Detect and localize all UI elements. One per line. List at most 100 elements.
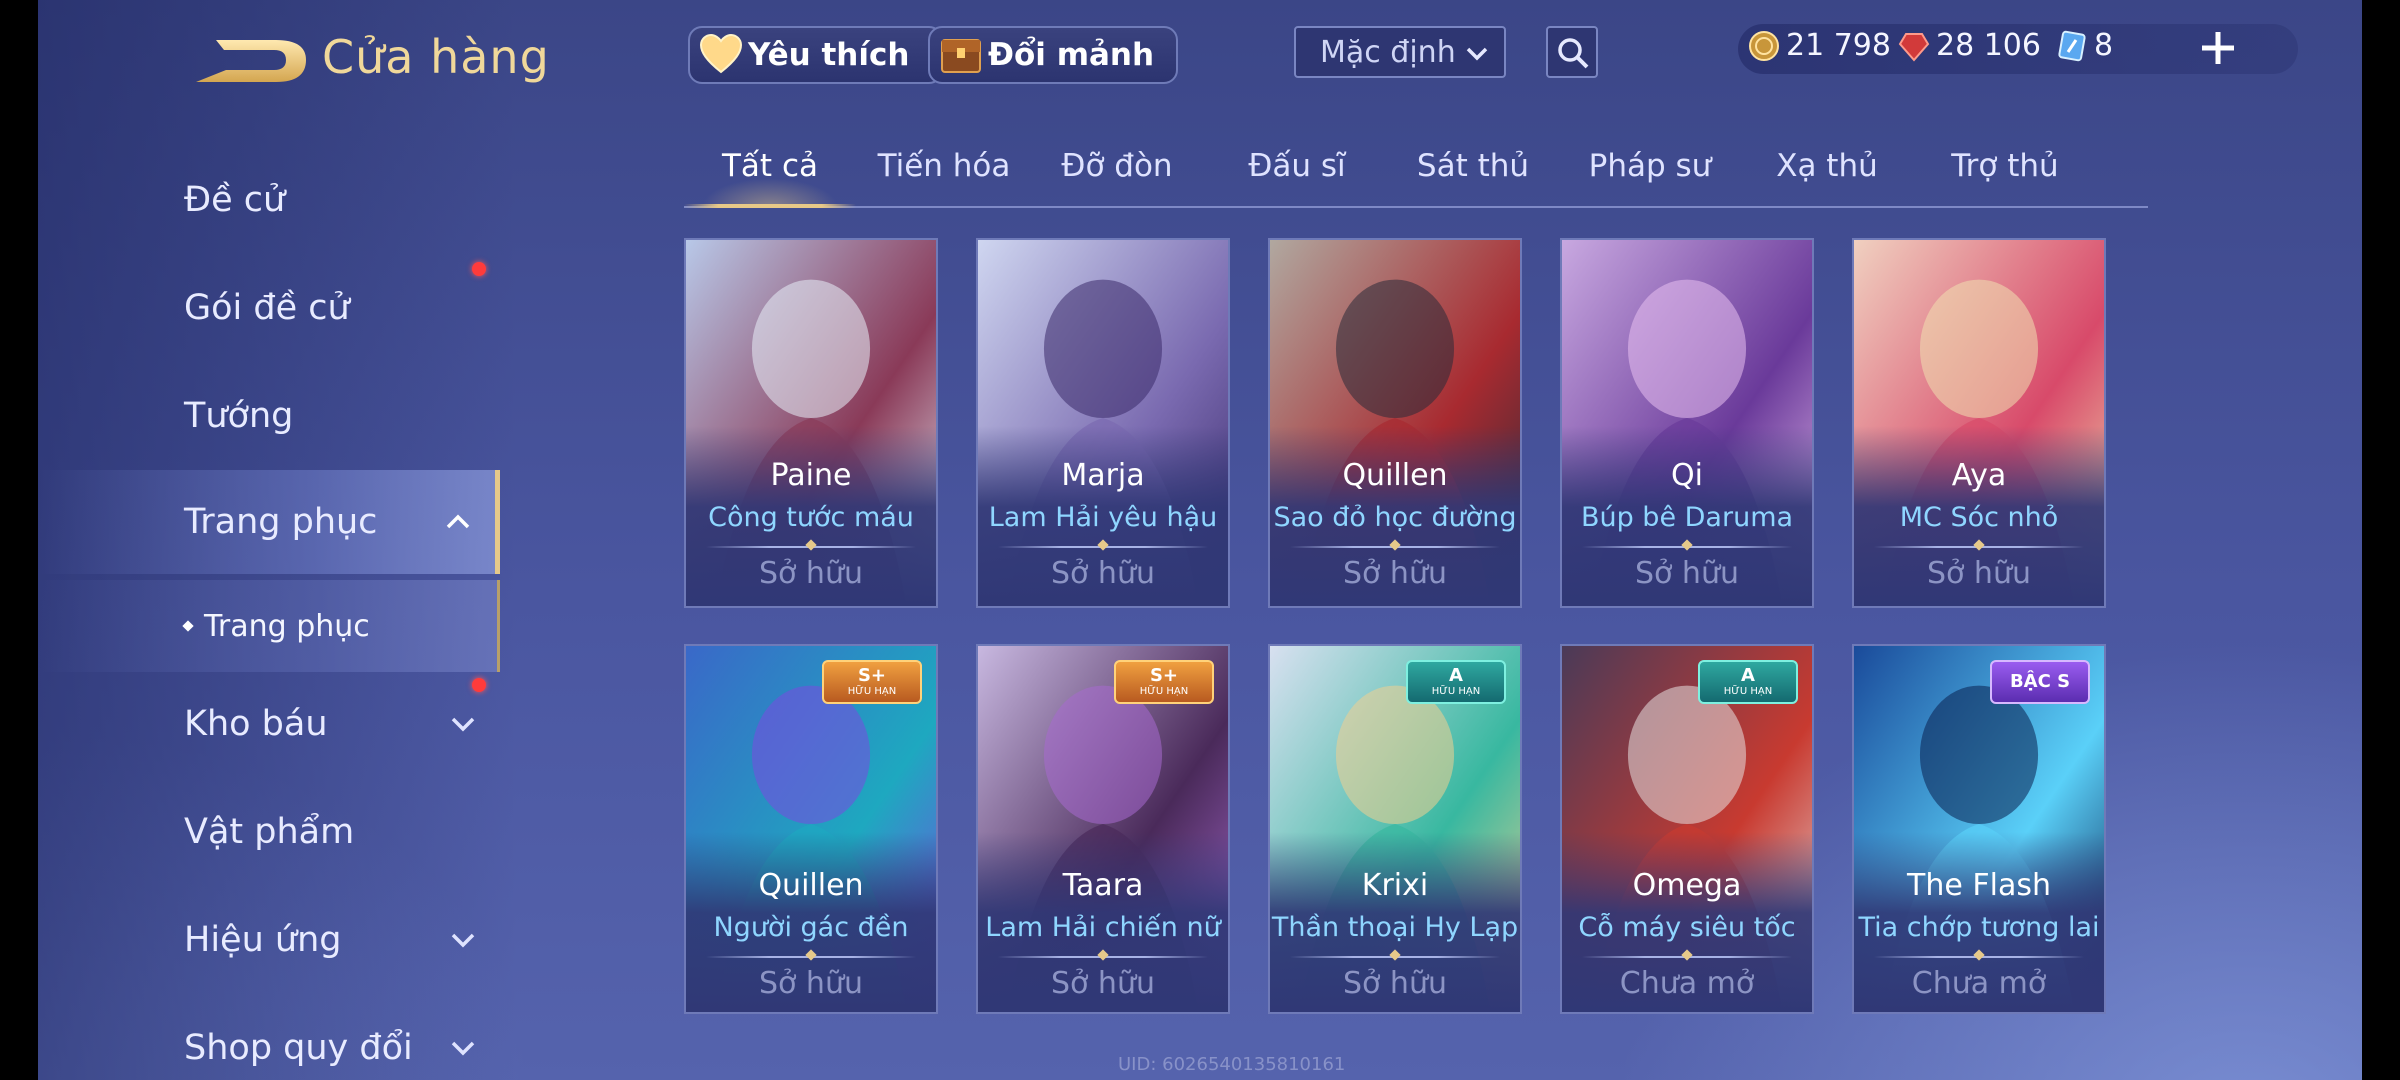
sort-value: Mặc định (1320, 34, 1456, 70)
card-divider (1290, 949, 1500, 961)
exchange-fragments-button[interactable]: Đổi mảnh (928, 26, 1178, 84)
skin-name: Cỗ máy siêu tốc (1578, 912, 1796, 943)
card-divider (706, 949, 916, 961)
skin-card[interactable]: Aya MC Sóc nhỏ Sở hữu (1852, 238, 2106, 608)
tab-mage[interactable]: Pháp sư (1570, 148, 1730, 204)
back-button[interactable] (186, 30, 316, 90)
tab-marksman[interactable]: Xạ thủ (1752, 148, 1902, 204)
badge-limited: HỮU HẠN (1431, 686, 1481, 697)
favorites-button[interactable]: Yêu thích (688, 26, 943, 84)
rarity-badge: A HỮU HẠN (1406, 660, 1506, 704)
ownership-status: Sở hữu (1635, 556, 1739, 591)
sort-dropdown[interactable]: Mặc định (1294, 26, 1506, 78)
tab-evolution[interactable]: Tiến hóa (864, 148, 1024, 204)
skin-name: Người gác đền (713, 912, 909, 943)
tab-label: Đỡ đòn (1061, 148, 1173, 184)
ownership-status: Sở hữu (1051, 556, 1155, 591)
card-divider (1874, 949, 2084, 961)
hero-name: Aya (1951, 458, 2007, 493)
hero-name: Taara (1062, 868, 1144, 903)
sidebar-item-treasure[interactable]: Kho báu (38, 672, 500, 776)
page-title: Cửa hàng (322, 30, 550, 84)
user-id: UID: 6026540135810161 (1118, 1054, 1346, 1075)
tab-label: Tiến hóa (877, 148, 1011, 184)
ownership-status: Sở hữu (1051, 966, 1155, 1001)
tab-label: Xạ thủ (1776, 148, 1878, 184)
category-tabs: Tất cả Tiến hóa Đỡ đòn Đấu sĩ Sát thủ Ph… (684, 140, 2148, 208)
sidebar-item-effects[interactable]: Hiệu ứng (38, 888, 500, 992)
tab-label: Sát thủ (1416, 148, 1530, 184)
ownership-status: Sở hữu (1927, 556, 2031, 591)
voucher-currency: 8 (2056, 28, 2113, 63)
skin-card[interactable]: Quillen Người gác đền Sở hữu S+ HỮU HẠN (684, 644, 938, 1014)
favorites-label: Yêu thích (748, 37, 910, 73)
badge-limited: HỮU HẠN (847, 686, 897, 697)
sidebar-item-label: Kho báu (184, 704, 328, 744)
tab-tank[interactable]: Đỡ đòn (1042, 148, 1192, 204)
hero-name: Omega (1632, 868, 1742, 903)
tab-support[interactable]: Trợ thủ (1930, 148, 2080, 204)
skin-name: MC Sóc nhỏ (1899, 502, 2059, 533)
fragments-label: Đổi mảnh (988, 37, 1155, 73)
badge-limited: HỮU HẠN (1723, 686, 1773, 697)
treasure-chest-icon (941, 39, 981, 73)
ruby-currency: 28 106 (1898, 28, 2041, 63)
tab-label: Trợ thủ (1951, 148, 2059, 184)
skin-name: Lam Hải chiến nữ (985, 912, 1221, 943)
sidebar-item-featured[interactable]: Đề cử (38, 148, 500, 252)
heart-icon (699, 33, 743, 74)
skin-name: Công tước máu (708, 502, 914, 533)
skin-card[interactable]: Quillen Sao đỏ học đường Sở hữu (1268, 238, 1522, 608)
skin-card[interactable]: Qi Búp bê Daruma Sở hữu (1560, 238, 1814, 608)
ownership-status: Sở hữu (759, 556, 863, 591)
chevron-down-icon (1466, 47, 1488, 61)
skin-card[interactable]: Krixi Thần thoại Hy Lạp Sở hữu A HỮU HẠN (1268, 644, 1522, 1014)
ruby-amount: 28 106 (1936, 28, 2041, 63)
sidebar-item-skins[interactable]: Trang phục (38, 470, 500, 574)
hero-name: The Flash (1907, 868, 2051, 903)
tab-assassin[interactable]: Sát thủ (1398, 148, 1548, 204)
sidebar-item-featured-packs[interactable]: Gói đề cử (38, 256, 500, 360)
rarity-badge: BẬC S (1990, 660, 2090, 704)
sidebar-subitem-skins[interactable]: Trang phục (38, 580, 500, 672)
gold-currency: 21 798 (1748, 28, 1891, 63)
rarity-badge: S+ HỮU HẠN (1114, 660, 1214, 704)
badge-grade: S+ (857, 665, 887, 686)
ownership-status: Chưa mở (1911, 966, 2047, 1001)
notification-dot (472, 678, 486, 692)
chevron-down-icon (451, 933, 475, 948)
add-currency-button[interactable] (2198, 28, 2238, 68)
skin-card[interactable]: Marja Lam Hải yêu hậu Sở hữu (976, 238, 1230, 608)
gold-amount: 21 798 (1786, 28, 1891, 63)
skin-card[interactable]: The Flash Tia chớp tương lai Chưa mở BẬC S (1852, 644, 2106, 1014)
sidebar-item-label: Hiệu ứng (184, 920, 342, 960)
skin-card[interactable]: Taara Lam Hải chiến nữ Sở hữu S+ HỮU HẠN (976, 644, 1230, 1014)
card-divider (1290, 539, 1500, 551)
plus-icon (2202, 32, 2234, 64)
sidebar-item-label: Tướng (184, 396, 294, 436)
skin-name: Thần thoại Hy Lạp (1271, 912, 1519, 943)
card-divider (706, 539, 916, 551)
tab-fighter[interactable]: Đấu sĩ (1222, 148, 1372, 204)
sidebar-item-heroes[interactable]: Tướng (38, 364, 500, 468)
skin-name: Tia chớp tương lai (1858, 912, 2100, 943)
search-button[interactable] (1546, 26, 1598, 78)
badge-limited: HỮU HẠN (1139, 686, 1189, 697)
ownership-status: Sở hữu (1343, 556, 1447, 591)
sidebar-item-items[interactable]: Vật phẩm (38, 780, 500, 884)
ownership-status: Sở hữu (1343, 966, 1447, 1001)
notification-dot (472, 262, 486, 276)
card-divider (1582, 539, 1792, 551)
sidebar-item-label: Vật phẩm (184, 812, 355, 852)
skin-card[interactable]: Omega Cỗ máy siêu tốc Chưa mở A HỮU HẠN (1560, 644, 1814, 1014)
tab-active-underline (684, 204, 856, 208)
ruby-icon (1898, 32, 1930, 62)
chevron-down-icon (451, 1041, 475, 1056)
rarity-badge: S+ HỮU HẠN (822, 660, 922, 704)
tab-all[interactable]: Tất cả (684, 148, 856, 208)
sidebar-subitem-label: Trang phục (204, 608, 370, 644)
diamond-bullet-icon (182, 620, 194, 632)
skin-card[interactable]: Paine Công tước máu Sở hữu (684, 238, 938, 608)
chevron-up-icon (446, 514, 470, 529)
sidebar-item-exchange-shop[interactable]: Shop quy đổi (38, 996, 500, 1080)
